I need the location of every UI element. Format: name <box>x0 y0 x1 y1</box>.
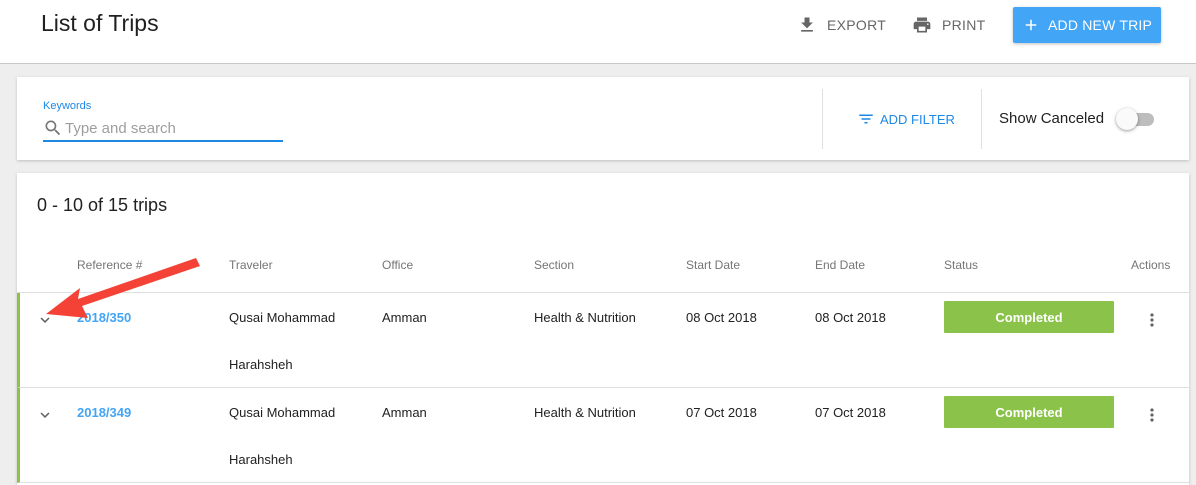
filter-panel: Keywords ADD FILTER Show Canceled <box>17 77 1189 160</box>
add-new-trip-button[interactable]: ADD NEW TRIP <box>1013 7 1161 43</box>
column-header-status: Status <box>944 258 979 272</box>
chevron-down-icon <box>40 317 50 323</box>
column-header-start-date: Start Date <box>686 258 741 272</box>
results-count: 0 - 10 of 15 trips <box>37 195 168 215</box>
section-cell: Health & Nutrition <box>534 405 636 420</box>
more-vert-icon <box>1150 408 1154 422</box>
status-badge: Completed <box>944 301 1114 333</box>
keywords-label: Keywords <box>43 100 92 112</box>
add-new-trip-label: ADD NEW TRIP <box>1047 17 1153 33</box>
expand-row-button[interactable] <box>36 406 54 424</box>
office-cell: Amman <box>382 405 427 420</box>
plus-icon <box>1025 19 1037 31</box>
search-input[interactable] <box>65 119 275 137</box>
add-filter-label: ADD FILTER <box>880 111 955 127</box>
status-badge: Completed <box>944 396 1114 428</box>
end-date-cell: 07 Oct 2018 <box>815 405 886 420</box>
toggle-thumb <box>1116 108 1138 130</box>
column-header-actions: Actions <box>1131 258 1171 272</box>
table-row: 2018/350 Qusai Mohammad Harahsheh Amman … <box>17 293 1189 388</box>
end-date-cell: 08 Oct 2018 <box>815 310 886 325</box>
page-header: List of Trips EXPORT PRINT ADD NEW TRIP <box>0 0 1196 64</box>
office-cell: Amman <box>382 310 427 325</box>
row-actions-button[interactable] <box>1140 403 1164 427</box>
start-date-cell: 08 Oct 2018 <box>686 310 757 325</box>
search-field[interactable] <box>43 116 283 142</box>
more-vert-icon <box>1150 313 1154 327</box>
export-button[interactable]: EXPORT <box>797 10 886 40</box>
column-header-end-date: End Date <box>815 258 866 272</box>
show-canceled-toggle[interactable] <box>1116 108 1156 130</box>
add-filter-button[interactable]: ADD FILTER <box>857 110 955 128</box>
trips-table: 0 - 10 of 15 trips Reference # Traveler … <box>17 173 1189 485</box>
traveler-cell: Qusai Mohammad Harahsheh <box>229 405 336 467</box>
reference-link[interactable]: 2018/349 <box>77 405 131 420</box>
print-label: PRINT <box>942 17 986 33</box>
print-button[interactable]: PRINT <box>912 10 986 40</box>
section-cell: Health & Nutrition <box>534 310 636 325</box>
search-icon <box>45 120 61 136</box>
chevron-down-icon <box>40 412 50 418</box>
page-title: List of Trips <box>41 10 159 36</box>
traveler-cell: Qusai Mohammad Harahsheh <box>229 310 336 372</box>
row-actions-button[interactable] <box>1140 308 1164 332</box>
reference-link[interactable]: 2018/350 <box>77 310 131 325</box>
divider <box>981 89 982 149</box>
printer-icon <box>913 17 931 33</box>
column-header-traveler: Traveler <box>229 258 273 272</box>
start-date-cell: 07 Oct 2018 <box>686 405 757 420</box>
filter-icon <box>859 114 873 124</box>
table-row: 2018/349 Qusai Mohammad Harahsheh Amman … <box>17 388 1189 483</box>
column-header-office: Office <box>382 258 414 272</box>
column-header-section: Section <box>534 258 575 272</box>
divider <box>822 89 823 149</box>
download-icon <box>801 17 813 32</box>
show-canceled-label: Show Canceled <box>999 110 1105 127</box>
export-label: EXPORT <box>827 17 887 33</box>
expand-row-button[interactable] <box>36 311 54 329</box>
column-header-reference: Reference # <box>77 258 143 272</box>
